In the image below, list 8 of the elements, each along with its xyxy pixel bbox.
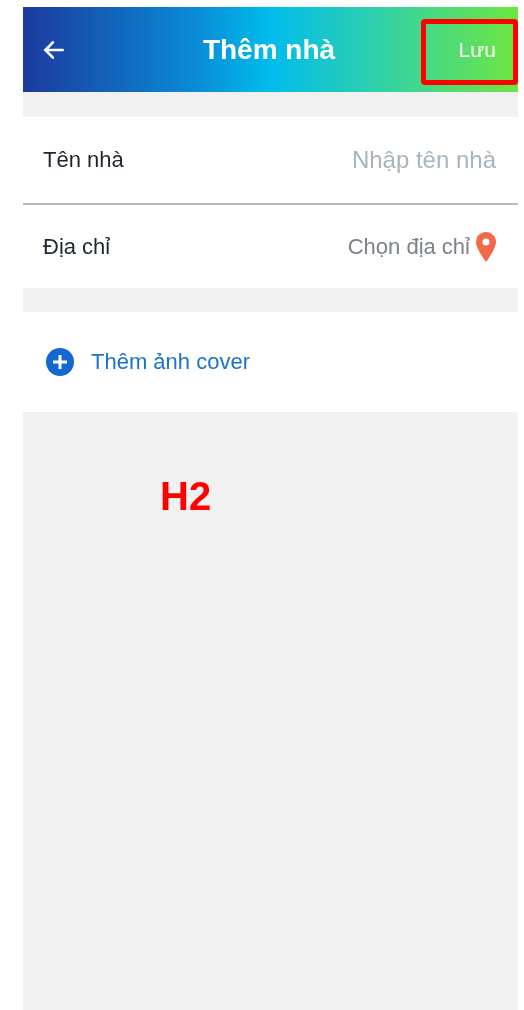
- location-pin-icon: [476, 231, 496, 262]
- field-label: Tên nhà: [43, 147, 124, 173]
- add-cover-link[interactable]: Thêm ảnh cover: [45, 347, 250, 377]
- field-label: Địa chỉ: [43, 233, 111, 260]
- plus-circle-icon: [45, 347, 75, 377]
- annotation-label: H2: [160, 474, 212, 518]
- address-picker[interactable]: Chọn địa chỉ: [347, 231, 496, 262]
- screen-title: Thêm nhà: [202, 33, 336, 66]
